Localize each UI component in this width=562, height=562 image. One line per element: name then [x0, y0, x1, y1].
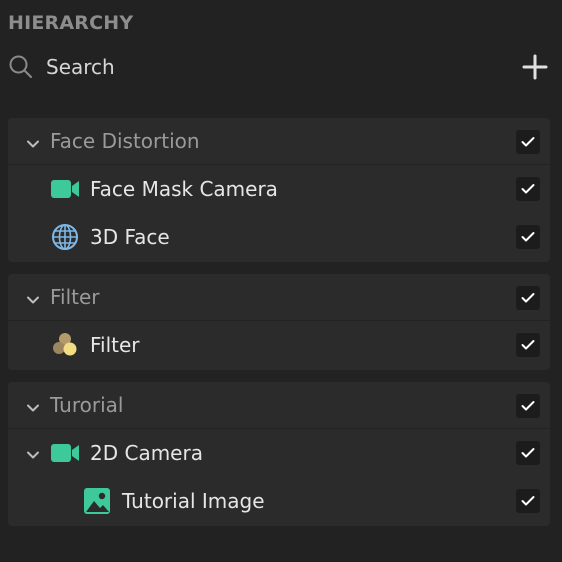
hierarchy-item[interactable]: 2D Camera: [8, 429, 550, 477]
hierarchy-group-filter: Filter Filter: [8, 274, 550, 370]
visibility-checkbox[interactable]: [516, 394, 540, 418]
search-input[interactable]: [46, 52, 486, 82]
checkmark-icon: [521, 401, 535, 411]
camera-icon: [50, 175, 80, 203]
visibility-checkbox[interactable]: [516, 333, 540, 357]
visibility-checkbox[interactable]: [516, 489, 540, 513]
hierarchy-item[interactable]: Face Mask Camera: [8, 165, 550, 213]
checkmark-icon: [521, 232, 535, 242]
group-header[interactable]: Turorial: [8, 382, 550, 429]
visibility-checkbox[interactable]: [516, 177, 540, 201]
checkmark-icon: [521, 184, 535, 194]
group-header[interactable]: Filter: [8, 274, 550, 321]
chevron-down-icon[interactable]: [26, 292, 40, 306]
visibility-checkbox[interactable]: [516, 225, 540, 249]
checkmark-icon: [521, 496, 535, 506]
item-label: 2D Camera: [90, 441, 203, 465]
checkmark-icon: [521, 137, 535, 147]
checkmark-icon: [521, 448, 535, 458]
search-icon: [8, 54, 34, 80]
filter-icon: [50, 331, 80, 359]
hierarchy-item[interactable]: Tutorial Image: [8, 477, 550, 525]
panel-title: HIERARCHY: [8, 12, 134, 34]
hierarchy-group-turorial: Turorial 2D Camera Tutorial Image: [8, 382, 550, 526]
chevron-down-icon[interactable]: [26, 400, 40, 414]
globe-mesh-icon: [50, 223, 80, 251]
group-label: Filter: [50, 285, 100, 309]
plus-icon: [522, 54, 548, 80]
item-label: Filter: [90, 333, 140, 357]
chevron-down-icon[interactable]: [26, 136, 40, 150]
search-bar: [8, 50, 554, 84]
group-label: Face Distortion: [50, 129, 200, 153]
checkmark-icon: [521, 340, 535, 350]
camera-icon: [50, 439, 80, 467]
item-label: Tutorial Image: [122, 489, 265, 513]
hierarchy-item[interactable]: Filter: [8, 321, 550, 369]
hierarchy-group-face-distortion: Face Distortion Face Mask Camera 3D Face: [8, 118, 550, 262]
chevron-down-icon[interactable]: [26, 447, 40, 461]
item-label: Face Mask Camera: [90, 177, 278, 201]
checkmark-icon: [521, 293, 535, 303]
hierarchy-item[interactable]: 3D Face: [8, 213, 550, 261]
visibility-checkbox[interactable]: [516, 286, 540, 310]
image-icon: [82, 487, 112, 515]
group-label: Turorial: [50, 393, 124, 417]
item-label: 3D Face: [90, 225, 170, 249]
group-header[interactable]: Face Distortion: [8, 118, 550, 165]
add-button[interactable]: [518, 50, 552, 84]
visibility-checkbox[interactable]: [516, 130, 540, 154]
visibility-checkbox[interactable]: [516, 441, 540, 465]
